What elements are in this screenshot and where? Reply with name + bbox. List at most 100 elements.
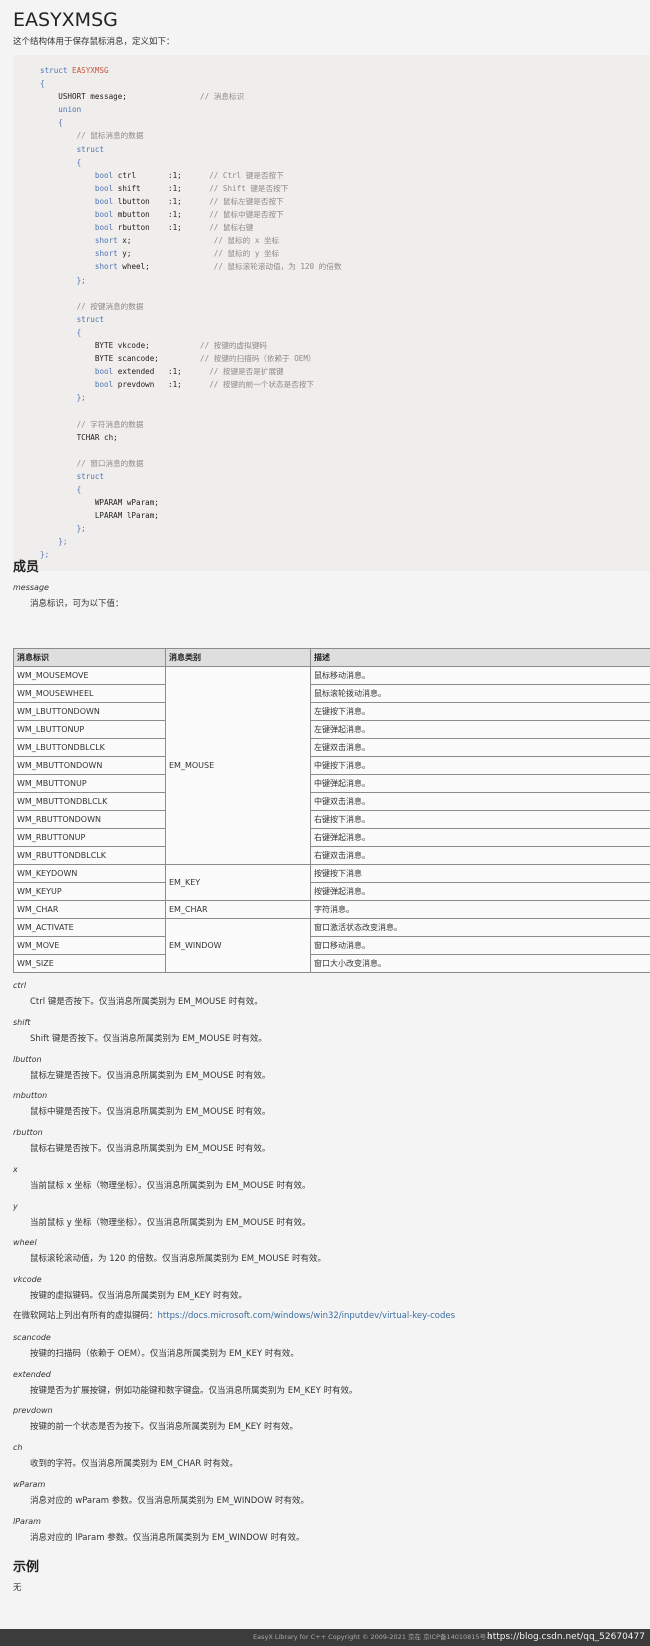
table-row: WM_SIZE 窗口大小改变消息。: [13, 954, 650, 973]
message-id-cell: WM_SIZE: [13, 954, 166, 973]
code-comment: // 按键的扫描码（依赖于 OEM）: [200, 354, 316, 364]
code-keyword: };: [76, 393, 86, 403]
message-desc-cell: 左键弹起消息。: [310, 720, 650, 739]
table-row: WM_RBUTTONUP 右键弹起消息。: [13, 828, 650, 847]
vk-codes-link[interactable]: https://docs.microsoft.com/windows/win32…: [158, 1311, 456, 1321]
code-keyword: };: [76, 275, 86, 285]
code-comment: // 鼠标右键: [209, 223, 254, 233]
message-id-cell: WM_MOUSEMOVE: [13, 666, 166, 685]
table-header-row: 消息标识 消息类别 描述: [13, 648, 650, 667]
member-term-ctrl: ctrl: [13, 981, 27, 990]
code-line: };: [40, 522, 341, 535]
example-heading: 示例: [13, 1560, 40, 1575]
code-keyword: bool: [94, 210, 114, 220]
code-comment: // 按键的虚拟键码: [200, 340, 267, 350]
table-row: WM_LBUTTONDOWN 左键按下消息。: [13, 702, 650, 721]
message-desc-cell: 字符消息。: [310, 900, 650, 919]
code-line: struct: [40, 143, 341, 156]
code-text: extended :1;: [113, 367, 210, 377]
code-comment: // 鼠标的 y 坐标: [213, 249, 280, 259]
code-keyword: bool: [94, 380, 114, 390]
member-term-ch: ch: [13, 1443, 23, 1452]
code-lines: struct EASYXMSG { USHORT message; // 消息标识…: [40, 64, 341, 562]
member-term-vkcode: vkcode: [13, 1275, 42, 1284]
table-row: WM_RBUTTONDOWN 右键按下消息。: [13, 810, 650, 829]
table-row: WM_MOUSEWHEEL 鼠标滚轮拨动消息。: [13, 684, 650, 703]
message-id-cell: WM_MBUTTONDBLCLK: [13, 792, 166, 811]
code-keyword: bool: [94, 183, 114, 193]
code-keyword: {: [58, 118, 63, 128]
message-id-cell: WM_LBUTTONUP: [13, 720, 166, 739]
message-category-cell: EM_WINDOW: [165, 918, 311, 973]
code-struct-name: EASYXMSG: [72, 66, 109, 75]
message-id-cell: WM_MBUTTONUP: [13, 774, 166, 793]
code-text: LPARAM lParam;: [40, 511, 159, 521]
csdn-watermark: https://blog.csdn.net/qq_52670477: [486, 1632, 645, 1642]
table-body: WM_MOUSEMOVE EM_MOUSE 鼠标移动消息。 WM_MOUSEWHEEL…: [13, 666, 650, 973]
member-desc-y: 当前鼠标 y 坐标（物理坐标）。仅当消息所属类别为 EM_MOUSE 时有效。: [30, 1218, 311, 1228]
code-line: {: [40, 156, 341, 169]
code-line: struct EASYXMSG: [40, 64, 341, 77]
member-desc-wparam: 消息对应的 wParam 参数。仅当消息所属类别为 EM_WINDOW 时有效。: [30, 1496, 310, 1506]
table-row: WM_RBUTTONDBLCLK 右键双击消息。: [13, 846, 650, 865]
message-desc-cell: 左键按下消息。: [310, 702, 650, 721]
code-block: struct EASYXMSG { USHORT message; // 消息标识…: [13, 55, 650, 571]
code-text: USHORT message;: [40, 92, 201, 102]
message-desc-cell: 中键弹起消息。: [310, 774, 650, 793]
member-desc-mbutton: 鼠标中键是否按下。仅当消息所属类别为 EM_MOUSE 时有效。: [30, 1107, 271, 1117]
members-heading: 成员: [13, 560, 40, 575]
code-line: USHORT message; // 消息标识: [40, 90, 341, 103]
code-keyword: };: [76, 524, 86, 534]
table-row: WM_KEYUP 按键弹起消息。: [13, 882, 650, 901]
code-keyword: struct: [76, 144, 105, 154]
code-keyword: bool: [94, 196, 114, 206]
code-line: short wheel; // 鼠标滚轮滚动值，为 120 的倍数: [40, 260, 342, 273]
member-desc-lbutton: 鼠标左键是否按下。仅当消息所属类别为 EM_MOUSE 时有效。: [30, 1071, 271, 1081]
code-keyword: union: [58, 105, 82, 115]
code-line: // 窗口消息的数据: [40, 457, 341, 470]
member-term-prevdown: prevdown: [13, 1406, 53, 1415]
message-desc-cell: 窗口大小改变消息。: [310, 954, 650, 973]
message-id-cell: WM_LBUTTONDOWN: [13, 702, 166, 721]
table-header-desc: 描述: [310, 648, 650, 667]
code-line: bool ctrl :1; // Ctrl 键是否按下: [40, 169, 341, 182]
message-desc-cell: 中键按下消息。: [310, 756, 650, 775]
code-keyword: short: [94, 262, 118, 272]
code-comment: // 鼠标消息的数据: [76, 131, 144, 141]
code-line: };: [40, 535, 341, 548]
code-keyword: short: [94, 236, 118, 246]
code-line: bool lbutton :1; // 鼠标左键是否按下: [40, 195, 341, 208]
code-comment: // Ctrl 键是否按下: [209, 170, 284, 180]
footer-copyright: EasyX Library for C++ Copyright © 2009-2…: [253, 1633, 493, 1641]
table-row: WM_MBUTTONDOWN 中键按下消息。: [13, 756, 650, 775]
code-text: x;: [117, 236, 214, 246]
code-text: y;: [117, 249, 214, 259]
code-line: {: [40, 116, 341, 129]
code-line: };: [40, 548, 341, 561]
message-id-cell: WM_RBUTTONUP: [13, 828, 166, 847]
code-comment: // 按键的前一个状态是否按下: [209, 380, 315, 390]
code-text: ctrl :1;: [113, 170, 210, 180]
message-id-cell: WM_CHAR: [13, 900, 166, 919]
message-desc-cell: 按键弹起消息。: [310, 882, 650, 901]
code-comment: // 鼠标左键是否按下: [209, 196, 284, 206]
code-line: struct: [40, 313, 341, 326]
message-desc-cell: 中键双击消息。: [310, 792, 650, 811]
code-text: WPARAM wParam;: [40, 498, 159, 508]
member-desc-rbutton: 鼠标右键是否按下。仅当消息所属类别为 EM_MOUSE 时有效。: [30, 1144, 271, 1154]
code-line: };: [40, 274, 341, 287]
code-line: bool prevdown :1; // 按键的前一个状态是否按下: [40, 378, 341, 391]
code-keyword: struct: [76, 471, 105, 481]
member-term-rbutton: rbutton: [13, 1128, 43, 1137]
member-term-x: x: [13, 1165, 18, 1174]
